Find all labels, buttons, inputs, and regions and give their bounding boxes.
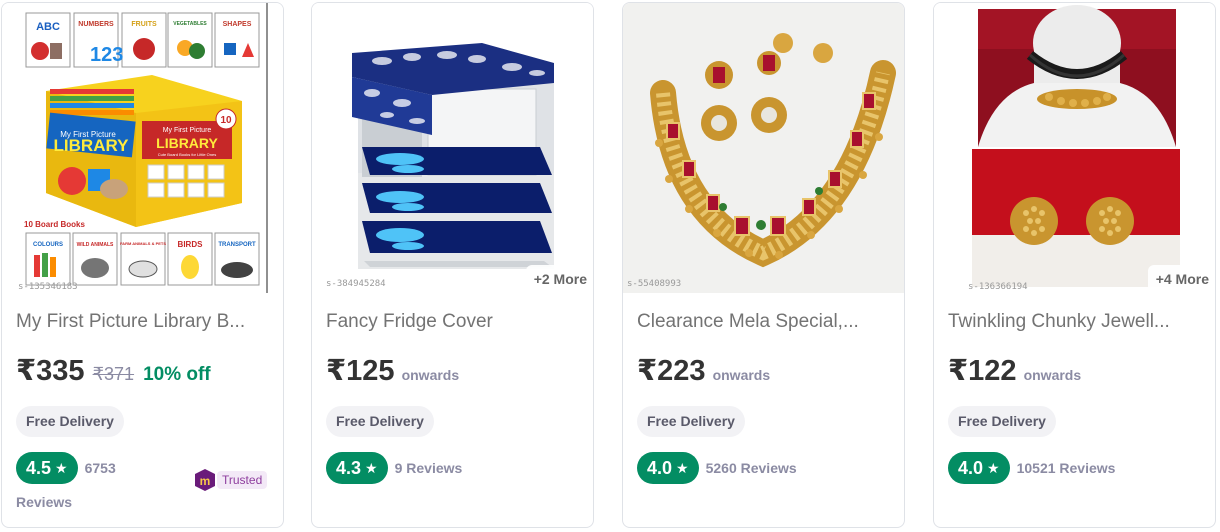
product-price: ₹125	[326, 355, 395, 387]
star-icon: ★	[55, 459, 68, 476]
product-card-3[interactable]: s-55408993 Clearance Mela Special,... ₹2…	[622, 2, 905, 528]
rating-row: 4.3 ★ 9 Reviews	[326, 452, 462, 484]
rating-value: 4.5	[26, 457, 52, 478]
product-sku: s-55408993	[627, 279, 682, 289]
product-card-4[interactable]: s-136366194 +4 More Twinkling Chunky Jew…	[933, 2, 1216, 528]
free-delivery-badge: Free Delivery	[948, 406, 1056, 437]
svg-text:LIBRARY: LIBRARY	[156, 135, 218, 151]
product-title[interactable]: Clearance Mela Special,...	[637, 311, 893, 333]
rating-value: 4.0	[647, 457, 673, 478]
trusted-badge: m Trusted	[195, 469, 268, 491]
more-variants-badge[interactable]: +4 More	[1147, 265, 1215, 293]
svg-text:LIBRARY: LIBRARY	[54, 136, 130, 155]
svg-text:My First Picture: My First Picture	[163, 127, 212, 134]
product-card-1[interactable]: ABC NUMBERS FRUITS VEGETABLES SHAPES 123	[1, 2, 284, 528]
svg-text:SHAPES: SHAPES	[223, 21, 252, 28]
rating-row: 4.0 ★ 10521 Reviews	[948, 452, 1115, 484]
product-image-4[interactable]: s-136366194 +4 More	[934, 3, 1215, 293]
rating-value: 4.0	[958, 457, 984, 478]
free-delivery-badge: Free Delivery	[16, 406, 124, 437]
svg-text:BIRDS: BIRDS	[178, 240, 204, 249]
rating-badge: 4.3 ★	[326, 452, 388, 484]
star-icon: ★	[987, 459, 1000, 476]
review-label: Reviews	[16, 494, 73, 510]
product-image-1[interactable]: ABC NUMBERS FRUITS VEGETABLES SHAPES 123	[2, 3, 283, 293]
trusted-label: Trusted	[217, 471, 268, 489]
rating-badge: 4.5 ★	[16, 452, 78, 484]
review-count: 9 Reviews	[394, 460, 463, 476]
star-icon: ★	[365, 459, 378, 476]
rating-row: 4.0 ★ 5260 Reviews	[637, 452, 797, 484]
svg-text:10 Board Books: 10 Board Books	[24, 220, 85, 229]
svg-text:10: 10	[220, 115, 232, 126]
svg-text:m: m	[200, 474, 211, 488]
price-onwards-label: onwards	[1023, 367, 1082, 383]
product-mrp: ₹371	[92, 364, 135, 384]
svg-text:ABC: ABC	[36, 21, 60, 33]
price-row: ₹122 onwards	[948, 353, 1081, 388]
product-price: ₹122	[948, 355, 1017, 387]
price-row: ₹223 onwards	[637, 353, 770, 388]
free-delivery-badge: Free Delivery	[326, 406, 434, 437]
svg-text:COLOURS: COLOURS	[33, 242, 63, 248]
price-onwards-label: onwards	[401, 367, 460, 383]
product-title[interactable]: Fancy Fridge Cover	[326, 311, 582, 333]
product-image-3[interactable]: s-55408993	[623, 3, 904, 293]
product-price: ₹335	[16, 355, 85, 387]
product-card-2[interactable]: s-384945284 +2 More Fancy Fridge Cover ₹…	[311, 2, 594, 528]
rating-badge: 4.0 ★	[948, 452, 1010, 484]
meesho-m-icon: m	[195, 469, 215, 491]
svg-text:FARM ANIMALS & PETS: FARM ANIMALS & PETS	[120, 241, 166, 246]
svg-text:NUMBERS: NUMBERS	[78, 21, 114, 28]
rating-value: 4.3	[336, 457, 362, 478]
rating-badge: 4.0 ★	[637, 452, 699, 484]
svg-text:TRANSPORT: TRANSPORT	[218, 242, 256, 248]
product-title[interactable]: My First Picture Library B...	[16, 311, 272, 333]
svg-text:FRUITS: FRUITS	[131, 21, 157, 28]
product-sku: s-384945284	[326, 279, 386, 289]
review-count: 5260 Reviews	[705, 460, 797, 476]
more-variants-badge[interactable]: +2 More	[525, 265, 593, 293]
star-icon: ★	[676, 459, 689, 476]
product-sku: s-135346183	[18, 282, 78, 292]
svg-text:VEGETABLES: VEGETABLES	[173, 21, 207, 27]
product-discount: 10% off	[143, 364, 211, 385]
product-sku: s-136366194	[968, 282, 1028, 292]
product-image-2[interactable]: s-384945284 +2 More	[312, 3, 593, 293]
svg-text:WILD ANIMALS: WILD ANIMALS	[77, 242, 114, 248]
product-price: ₹223	[637, 355, 706, 387]
price-onwards-label: onwards	[712, 367, 771, 383]
rating-row: 4.5 ★ 6753	[16, 452, 116, 484]
free-delivery-badge: Free Delivery	[637, 406, 745, 437]
review-count: 6753	[84, 460, 116, 476]
svg-text:Cute Board Books for Little On: Cute Board Books for Little Ones	[158, 152, 216, 157]
price-row: ₹335 ₹371 10% off	[16, 353, 211, 388]
product-title[interactable]: Twinkling Chunky Jewell...	[948, 311, 1204, 333]
price-row: ₹125 onwards	[326, 353, 459, 388]
review-count: 10521 Reviews	[1016, 460, 1116, 476]
svg-text:123: 123	[90, 44, 123, 66]
